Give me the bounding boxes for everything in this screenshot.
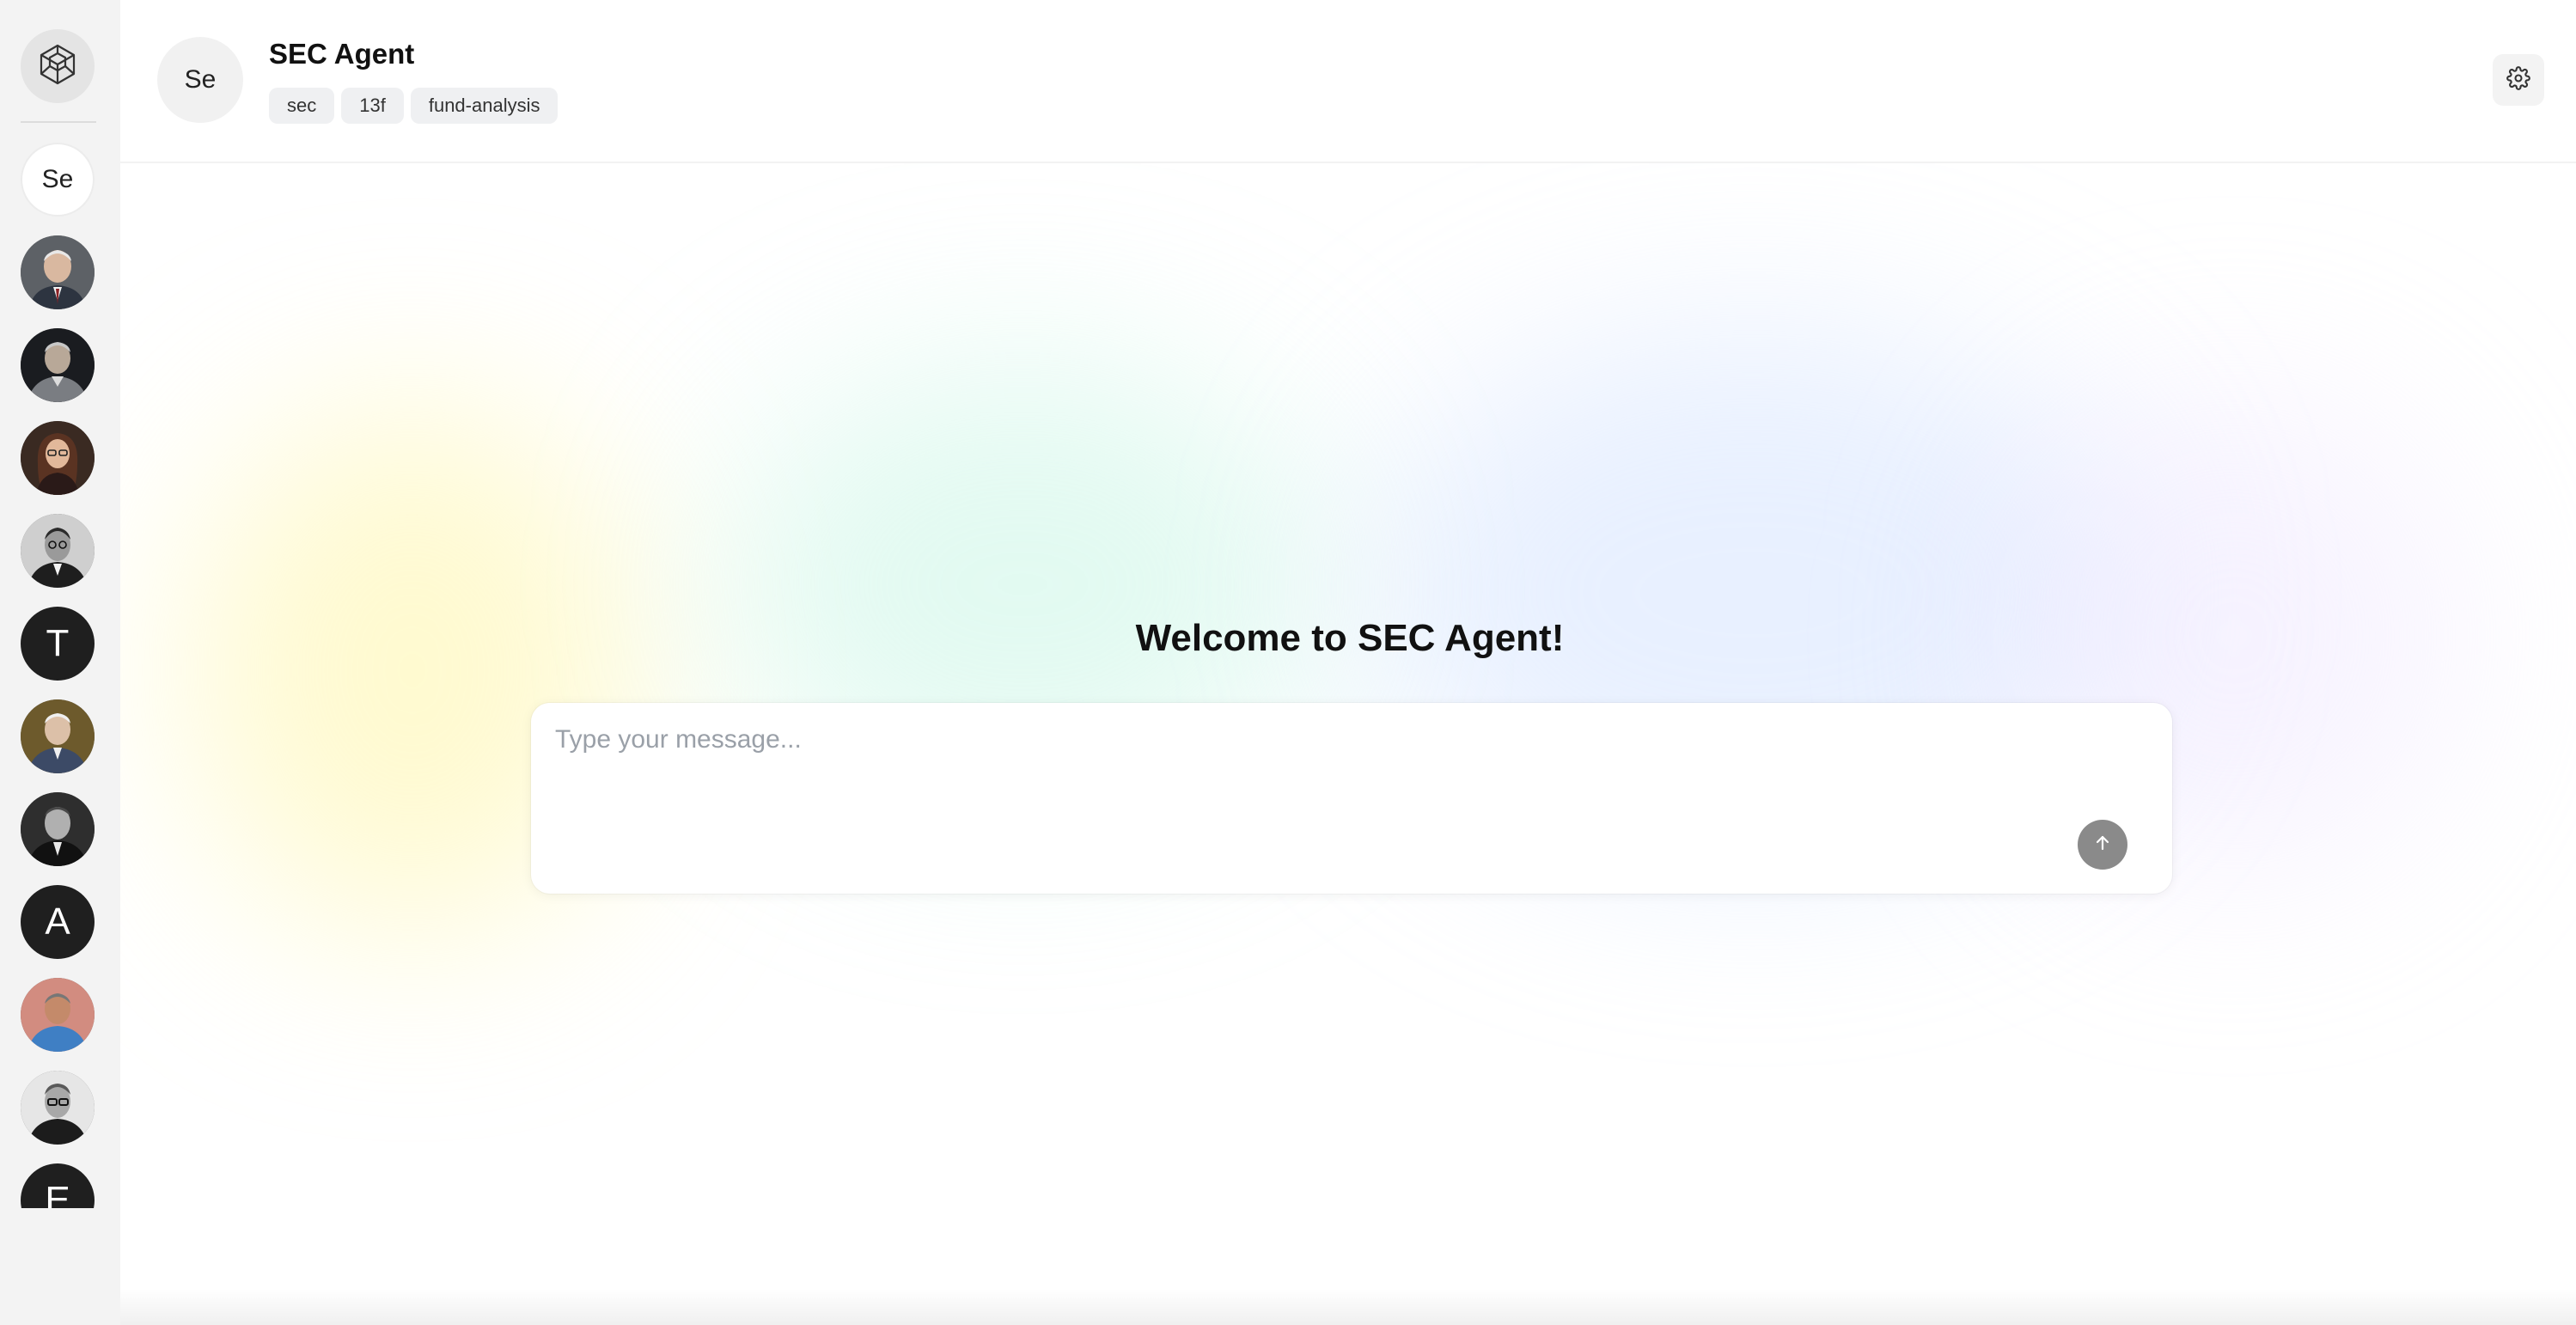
- agent-avatar-4[interactable]: [21, 514, 95, 588]
- portrait-avatar: [21, 514, 95, 588]
- portrait-avatar: [21, 421, 95, 495]
- agent-avatar-1[interactable]: [21, 235, 95, 309]
- gear-icon: [2506, 65, 2530, 95]
- app-logo-button[interactable]: [21, 29, 95, 103]
- tag-13f: 13f: [341, 88, 404, 124]
- cube-network-icon: [35, 42, 80, 91]
- agent-title: SEC Agent: [269, 38, 415, 70]
- portrait-avatar: [21, 978, 95, 1052]
- message-input[interactable]: [555, 725, 2136, 828]
- agent-tags: sec 13f fund-analysis: [269, 88, 559, 124]
- settings-button[interactable]: [2493, 54, 2544, 106]
- agent-avatar-t[interactable]: T: [21, 607, 95, 681]
- bottom-fade: [120, 1289, 2576, 1325]
- agent-list: Se T A E: [21, 143, 95, 1208]
- welcome-heading: Welcome to SEC Agent!: [1135, 617, 1565, 659]
- chat-main: Se SEC Agent sec 13f fund-analysis Welco…: [120, 0, 2576, 1325]
- agent-avatar: Se: [157, 37, 243, 123]
- agent-avatar-10[interactable]: [21, 1071, 95, 1145]
- message-composer: [531, 703, 2172, 894]
- sidebar-divider: [21, 121, 96, 123]
- portrait-avatar: [21, 792, 95, 866]
- agent-initials: Se: [41, 165, 74, 193]
- agent-avatar-2[interactable]: [21, 328, 95, 402]
- agent-avatar-6[interactable]: [21, 699, 95, 773]
- arrow-up-icon: [2092, 833, 2113, 858]
- agent-initials: Se: [184, 65, 217, 94]
- agent-avatar-se[interactable]: Se: [21, 143, 95, 217]
- portrait-avatar: [21, 1071, 95, 1145]
- agent-avatar-3[interactable]: [21, 421, 95, 495]
- portrait-avatar: [21, 699, 95, 773]
- agent-avatar-9[interactable]: [21, 978, 95, 1052]
- app-window: Se T A E Se SEC Agent sec 13f fund-analy…: [0, 0, 2576, 1325]
- agent-avatar-a[interactable]: A: [21, 885, 95, 959]
- tag-fund-analysis: fund-analysis: [410, 88, 559, 124]
- agent-header: Se SEC Agent sec 13f fund-analysis: [120, 0, 2576, 163]
- tag-sec: sec: [269, 88, 335, 124]
- send-button[interactable]: [2078, 820, 2127, 870]
- portrait-avatar: [21, 328, 95, 402]
- portrait-avatar: [21, 235, 95, 309]
- agent-avatar-e[interactable]: E: [21, 1163, 95, 1208]
- agent-initials: E: [45, 1179, 70, 1208]
- agent-initials: A: [45, 901, 70, 943]
- agent-avatar-7[interactable]: [21, 792, 95, 866]
- agent-initials: T: [46, 622, 70, 664]
- agent-sidebar: Se T A E: [0, 0, 120, 1325]
